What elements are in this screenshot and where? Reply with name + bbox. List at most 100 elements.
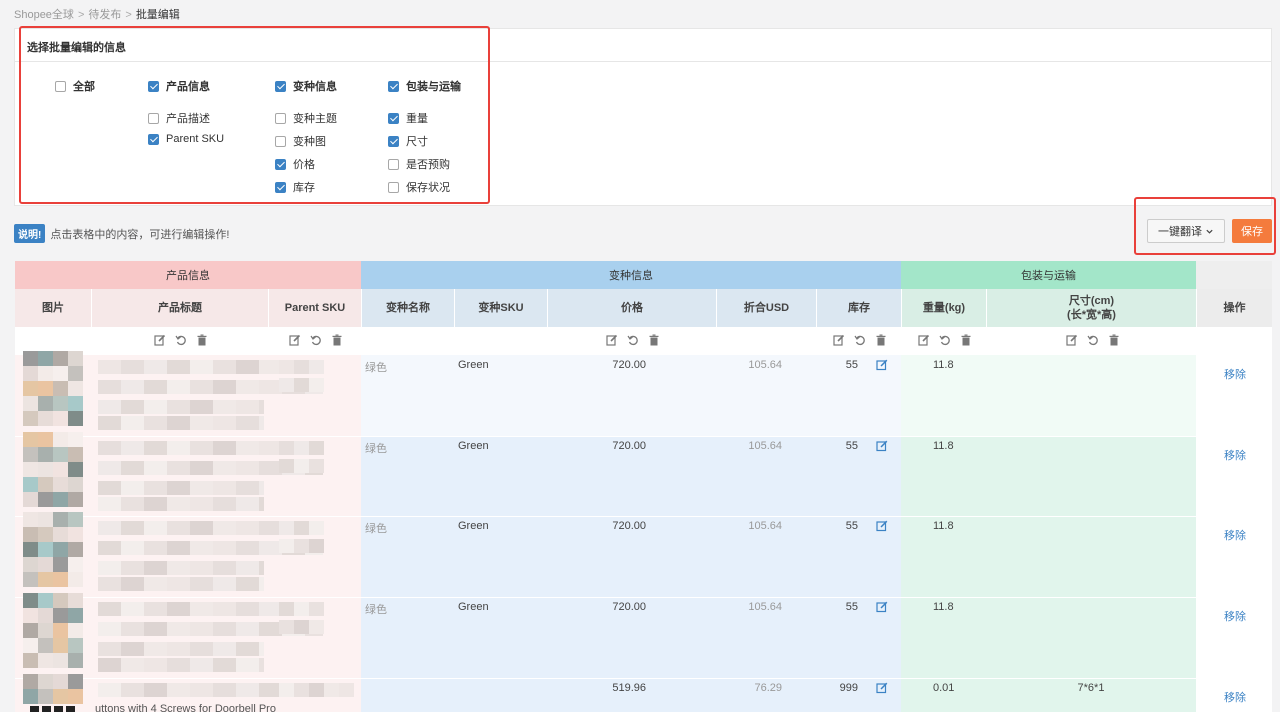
usd-cell[interactable]: 105.64 — [716, 520, 782, 532]
breadcrumb-shopee[interactable]: Shopee全球 — [14, 9, 74, 21]
undo-icon[interactable] — [1086, 333, 1099, 346]
variant-name-cell[interactable]: 绿色 — [365, 601, 387, 617]
blur-block — [236, 400, 259, 414]
checkbox-box[interactable] — [388, 181, 399, 193]
checkbox-price[interactable]: 价格 — [275, 156, 315, 172]
product-image[interactable] — [23, 512, 83, 587]
trash-icon[interactable] — [874, 333, 887, 346]
edit-icon[interactable] — [876, 440, 888, 452]
undo-icon[interactable] — [853, 333, 866, 346]
checkbox-variant-theme[interactable]: 变种主题 — [275, 110, 337, 126]
checkbox-box[interactable] — [275, 80, 286, 92]
checkbox-condition[interactable]: 保存状况 — [388, 179, 450, 195]
blur-block — [213, 360, 236, 374]
size-cell[interactable]: 7*6*1 — [986, 682, 1196, 694]
usd-cell[interactable]: 105.64 — [716, 359, 782, 371]
variant-name-cell[interactable]: 绿色 — [365, 440, 387, 456]
remove-link[interactable]: 移除 — [1224, 689, 1246, 705]
translate-button[interactable]: 一键翻译 — [1147, 219, 1225, 243]
checkbox-preorder[interactable]: 是否预购 — [388, 156, 450, 172]
breadcrumb-pending[interactable]: 待发布 — [88, 9, 121, 21]
edit-icon[interactable] — [288, 333, 301, 346]
edit-icon[interactable] — [876, 601, 888, 613]
price-cell[interactable]: 720.00 — [547, 601, 646, 613]
stock-cell[interactable]: 55 — [820, 601, 858, 613]
blur-block — [213, 441, 236, 455]
product-image[interactable] — [23, 593, 83, 668]
product-image[interactable] — [23, 432, 83, 507]
checkbox-box[interactable] — [275, 135, 286, 147]
edit-icon[interactable] — [153, 333, 166, 346]
usd-cell[interactable]: 76.29 — [716, 682, 782, 694]
edit-icon[interactable] — [1065, 333, 1078, 346]
price-cell[interactable]: 720.00 — [547, 359, 646, 371]
checkbox-box[interactable] — [275, 181, 286, 193]
edit-icon[interactable] — [876, 359, 888, 371]
checkbox-box[interactable] — [275, 158, 286, 170]
undo-icon[interactable] — [626, 333, 639, 346]
trash-icon[interactable] — [959, 333, 972, 346]
remove-link[interactable]: 移除 — [1224, 447, 1246, 463]
checkbox-product-info[interactable]: 产品信息 — [148, 78, 210, 94]
edit-icon[interactable] — [605, 333, 618, 346]
checkbox-parent-sku[interactable]: Parent SKU — [148, 133, 224, 145]
stock-cell[interactable]: 55 — [820, 440, 858, 452]
stock-cell[interactable]: 999 — [820, 682, 858, 694]
blur-block — [279, 521, 294, 535]
checkbox-box[interactable] — [388, 80, 399, 92]
variant-sku-cell[interactable]: Green — [458, 601, 489, 613]
variant-name-cell[interactable]: 绿色 — [365, 520, 387, 536]
checkbox-weight[interactable]: 重量 — [388, 110, 428, 126]
stock-cell[interactable]: 55 — [820, 520, 858, 532]
product-image[interactable] — [23, 351, 83, 426]
usd-cell[interactable]: 105.64 — [716, 601, 782, 613]
save-button[interactable]: 保存 — [1232, 219, 1272, 243]
checkbox-box[interactable] — [275, 112, 286, 124]
checkbox-box[interactable] — [388, 112, 399, 124]
checkbox-box[interactable] — [388, 158, 399, 170]
weight-cell[interactable]: 11.8 — [933, 601, 954, 613]
variant-sku-cell[interactable]: Green — [458, 359, 489, 371]
remove-link[interactable]: 移除 — [1224, 366, 1246, 382]
checkbox-stock[interactable]: 库存 — [275, 179, 315, 195]
weight-cell[interactable]: 11.8 — [933, 359, 954, 371]
weight-cell[interactable]: 11.8 — [933, 440, 954, 452]
product-title-text[interactable]: uttons with 4 Screws for Doorbell Pro — [95, 703, 276, 712]
edit-icon[interactable] — [876, 682, 888, 694]
remove-link[interactable]: 移除 — [1224, 527, 1246, 543]
undo-icon[interactable] — [309, 333, 322, 346]
edit-icon[interactable] — [832, 333, 845, 346]
product-image[interactable] — [23, 674, 83, 704]
undo-icon[interactable] — [174, 333, 187, 346]
undo-icon[interactable] — [938, 333, 951, 346]
variant-sku-cell[interactable]: Green — [458, 520, 489, 532]
price-cell[interactable]: 720.00 — [547, 440, 646, 452]
checkbox-box[interactable] — [148, 133, 159, 145]
edit-icon[interactable] — [917, 333, 930, 346]
checkbox-shipping[interactable]: 包装与运输 — [388, 78, 461, 94]
edit-icon[interactable] — [876, 520, 888, 532]
checkbox-size[interactable]: 尺寸 — [388, 133, 428, 149]
checkbox-all[interactable]: 全部 — [55, 78, 95, 94]
checkbox-variant-image[interactable]: 变种图 — [275, 133, 326, 149]
checkbox-box[interactable] — [55, 80, 66, 92]
blur-block — [213, 416, 236, 430]
trash-icon[interactable] — [1107, 333, 1120, 346]
weight-cell[interactable]: 0.01 — [933, 682, 954, 694]
weight-cell[interactable]: 11.8 — [933, 520, 954, 532]
usd-cell[interactable]: 105.64 — [716, 440, 782, 452]
checkbox-box[interactable] — [148, 80, 159, 92]
checkbox-product-desc[interactable]: 产品描述 — [148, 110, 210, 126]
stock-cell[interactable]: 55 — [820, 359, 858, 371]
price-cell[interactable]: 720.00 — [547, 520, 646, 532]
variant-name-cell[interactable]: 绿色 — [365, 359, 387, 375]
trash-icon[interactable] — [647, 333, 660, 346]
checkbox-variant-info[interactable]: 变种信息 — [275, 78, 337, 94]
trash-icon[interactable] — [330, 333, 343, 346]
remove-link[interactable]: 移除 — [1224, 608, 1246, 624]
checkbox-box[interactable] — [388, 135, 399, 147]
price-cell[interactable]: 519.96 — [547, 682, 646, 694]
checkbox-box[interactable] — [148, 112, 159, 124]
variant-sku-cell[interactable]: Green — [458, 440, 489, 452]
trash-icon[interactable] — [195, 333, 208, 346]
